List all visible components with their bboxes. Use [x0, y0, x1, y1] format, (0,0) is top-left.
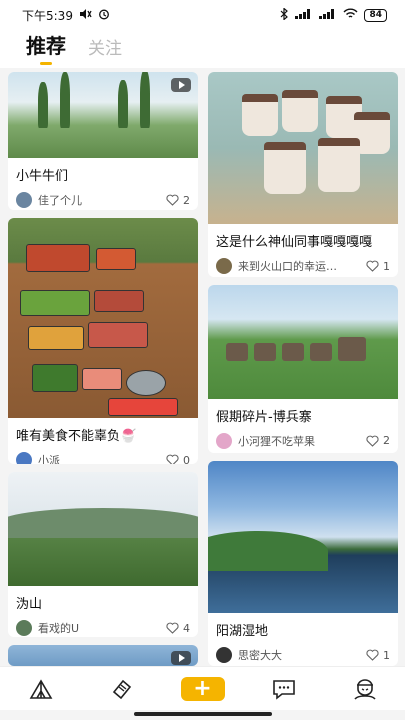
- bluetooth-icon: [280, 6, 289, 23]
- like-count: 4: [183, 621, 190, 635]
- signal-icon-2: [319, 8, 337, 22]
- like-count: 1: [383, 648, 390, 662]
- post-meta: 来到火山口的幸运… 1: [208, 256, 398, 277]
- post-author: 小河狸不吃苹果: [238, 434, 315, 448]
- avatar[interactable]: [216, 258, 232, 274]
- message-icon: [272, 679, 295, 700]
- post-meta: 思密大大 1: [208, 645, 398, 666]
- video-icon: [171, 651, 191, 666]
- post-author: 看戏的U: [38, 622, 80, 636]
- avatar[interactable]: [16, 452, 32, 465]
- avatar[interactable]: [216, 432, 232, 449]
- video-icon: [171, 78, 191, 92]
- signal-icon-1: [295, 8, 313, 22]
- post-meta: 小河狸不吃苹果 2: [208, 431, 398, 453]
- like-button[interactable]: 0: [166, 454, 190, 465]
- mute-icon: [79, 8, 92, 23]
- avatar[interactable]: [16, 620, 32, 637]
- avatar[interactable]: [216, 647, 232, 664]
- status-right: 84: [280, 6, 387, 23]
- top-tabs: 推荐 关注: [0, 30, 405, 68]
- post-meta: 小派 0: [8, 450, 198, 465]
- like-button[interactable]: 1: [366, 649, 390, 662]
- wifi-icon: [343, 8, 358, 22]
- post-title: 小牛牛们: [16, 169, 69, 184]
- post-title: 阳湖湿地: [216, 624, 269, 640]
- tab-following[interactable]: 关注: [88, 34, 122, 68]
- post-title: 假期碎片-博兵寨: [216, 409, 312, 425]
- nav-messages[interactable]: [262, 671, 306, 707]
- home-indicator: [134, 712, 272, 716]
- post-card[interactable]: 假期碎片-博兵寨 小河狸不吃苹果 2: [208, 284, 398, 454]
- post-image: [8, 72, 198, 158]
- profile-icon: [353, 678, 376, 700]
- status-time: 下午5:39: [22, 8, 73, 23]
- heart-icon: [166, 454, 179, 465]
- post-title: 沩山: [16, 597, 43, 613]
- alarm-icon: [98, 8, 110, 23]
- nav-camp[interactable]: [19, 671, 63, 707]
- post-card[interactable]: 这是什么神仙同事嘎嘎嘎嘎 来到火山口的幸运… 1: [208, 72, 398, 277]
- like-button[interactable]: 2: [366, 434, 390, 447]
- post-image: [8, 218, 198, 419]
- like-button[interactable]: 2: [166, 194, 190, 207]
- feed-column-left: 小牛牛们 佳了个儿 2 唯有美食不能辜负🍧 小派 0 沩山 看戏的U 4: [8, 72, 198, 666]
- like-count: 2: [183, 193, 190, 207]
- tab-recommend[interactable]: 推荐: [26, 30, 66, 68]
- status-bar: 下午5:39 84: [0, 0, 405, 30]
- status-left: 下午5:39: [22, 7, 110, 24]
- post-meta: 看戏的U 4: [8, 618, 198, 637]
- nav-ticket[interactable]: [100, 671, 144, 707]
- post-card[interactable]: 阳湖湿地 思密大大 1: [208, 461, 398, 666]
- heart-icon: [166, 194, 179, 206]
- like-button[interactable]: 4: [166, 622, 190, 635]
- avatar[interactable]: [16, 192, 32, 208]
- battery-icon: 84: [364, 8, 387, 22]
- feed: 小牛牛们 佳了个儿 2 唯有美食不能辜负🍧 小派 0 沩山 看戏的U 4 这是什…: [8, 72, 398, 666]
- like-count: 0: [183, 453, 190, 465]
- add-post-icon: +: [180, 676, 225, 701]
- nav-add-post[interactable]: +: [180, 671, 225, 707]
- post-author: 小派: [38, 454, 60, 465]
- post-author: 来到火山口的幸运…: [238, 260, 337, 273]
- feed-column-right: 这是什么神仙同事嘎嘎嘎嘎 来到火山口的幸运… 1 假期碎片-博兵寨 小河狸不吃苹…: [208, 72, 398, 666]
- bottom-nav: +: [0, 666, 405, 710]
- post-title: 这是什么神仙同事嘎嘎嘎嘎: [216, 235, 373, 250]
- post-meta: 佳了个儿 2: [8, 190, 198, 210]
- post-author: 思密大大: [238, 649, 282, 663]
- post-image: [208, 72, 398, 224]
- like-button[interactable]: 1: [366, 260, 390, 273]
- camp-tent-icon: [29, 678, 52, 699]
- post-card-partial[interactable]: [8, 645, 198, 666]
- post-image: [208, 284, 398, 399]
- post-title: 唯有美食不能辜负🍧: [16, 429, 137, 445]
- heart-icon: [366, 649, 379, 661]
- like-count: 2: [383, 434, 390, 448]
- heart-icon: [366, 435, 379, 447]
- like-count: 1: [383, 259, 390, 273]
- nav-profile[interactable]: [343, 671, 387, 707]
- heart-icon: [166, 622, 179, 635]
- post-image: [208, 461, 398, 614]
- heart-icon: [366, 260, 379, 272]
- post-image: [8, 472, 198, 587]
- post-card[interactable]: 沩山 看戏的U 4: [8, 472, 198, 638]
- post-image: [8, 645, 198, 666]
- ticket-icon: [112, 679, 131, 699]
- post-card[interactable]: 唯有美食不能辜负🍧 小派 0: [8, 218, 198, 465]
- post-author: 佳了个儿: [38, 194, 82, 207]
- post-card[interactable]: 小牛牛们 佳了个儿 2: [8, 72, 198, 211]
